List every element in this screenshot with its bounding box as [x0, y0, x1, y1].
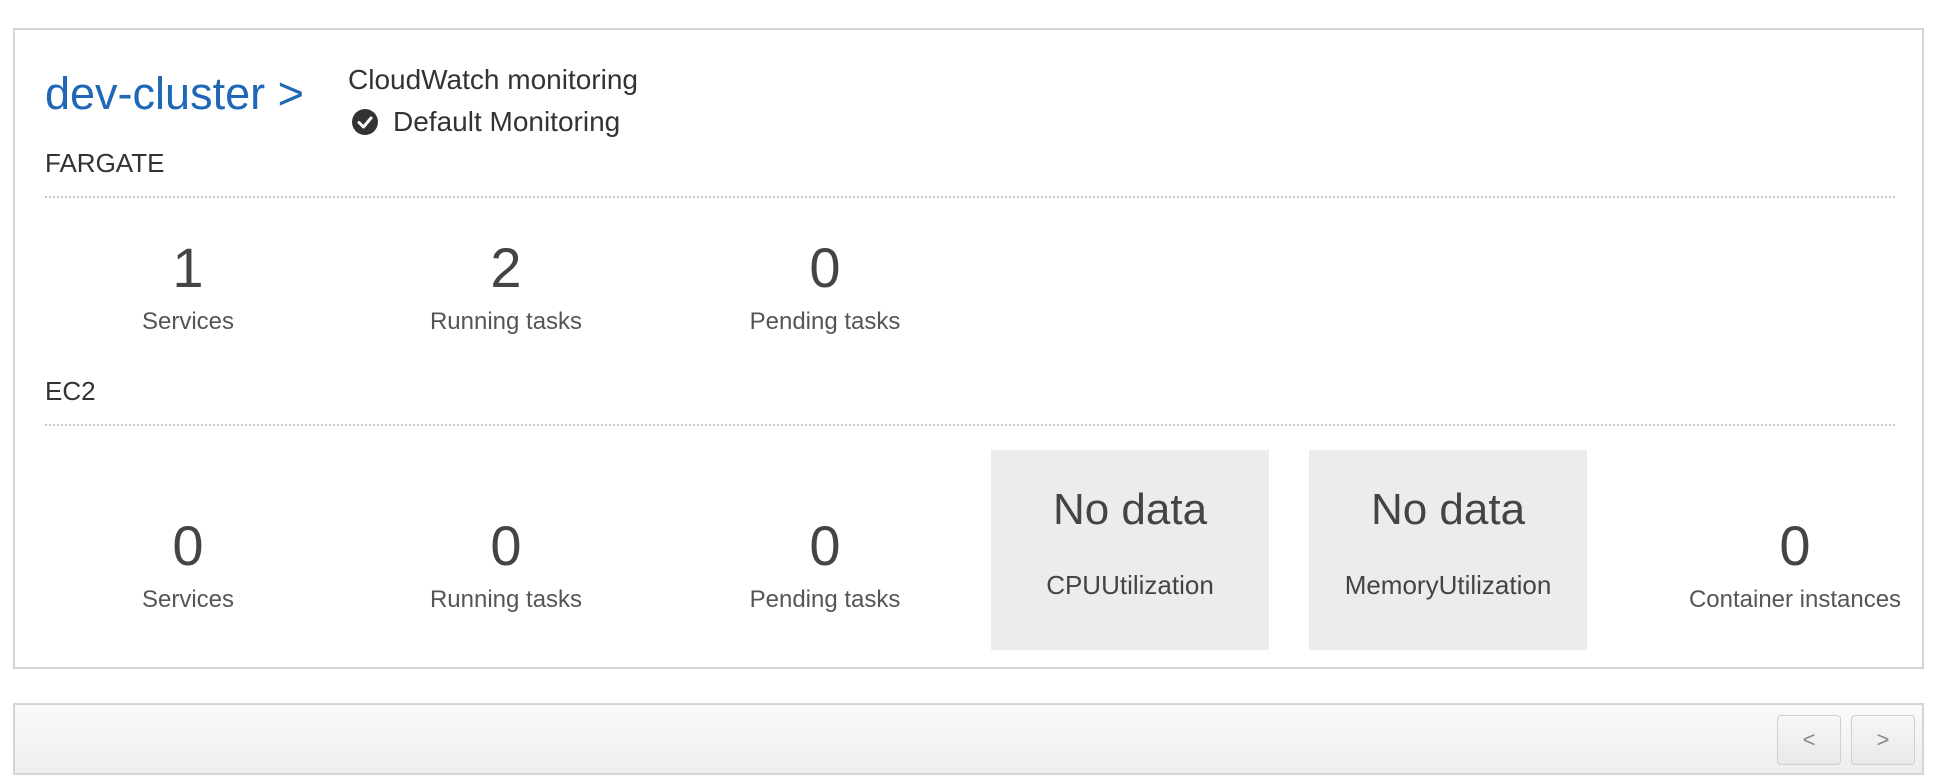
- fargate-running-tasks-metric: 2 Running tasks: [376, 240, 636, 336]
- memory-utilization-value: No data: [1370, 485, 1526, 534]
- memory-utilization-label: MemoryUtilization: [1344, 570, 1552, 600]
- cloudwatch-status-text: Default Monitoring: [393, 106, 621, 137]
- metric-value: 0: [809, 236, 841, 299]
- metric-value: 0: [809, 514, 841, 577]
- metric-label: Services: [141, 308, 235, 335]
- memory-utilization-panel: No data MemoryUtilization: [1309, 450, 1587, 650]
- metric-value: 2: [490, 236, 522, 299]
- ec2-pending-tasks-metric: 0 Pending tasks: [695, 518, 955, 614]
- metric-label: Running tasks: [429, 586, 583, 613]
- cpu-utilization-panel: No data CPUUtilization: [991, 450, 1269, 650]
- cloudwatch-status: Default Monitoring: [351, 106, 620, 138]
- metric-value: 0: [490, 514, 522, 577]
- ec2-divider: [45, 424, 1895, 426]
- fargate-divider: [45, 196, 1895, 198]
- metric-value: 0: [1779, 514, 1811, 577]
- previous-page-button[interactable]: <: [1777, 715, 1841, 765]
- metric-label: Pending tasks: [749, 586, 901, 613]
- next-page-button[interactable]: >: [1851, 715, 1915, 765]
- ec2-section-label: EC2: [45, 376, 96, 406]
- cpu-utilization-value: No data: [1052, 485, 1208, 534]
- metric-label: Running tasks: [429, 308, 583, 335]
- cluster-name-link[interactable]: dev-cluster >: [45, 68, 304, 120]
- metric-label: Container instances: [1688, 586, 1902, 613]
- metric-label: Pending tasks: [749, 308, 901, 335]
- fargate-section-label: FARGATE: [45, 148, 165, 178]
- cluster-card: dev-cluster > CloudWatch monitoring Defa…: [13, 28, 1924, 669]
- fargate-pending-tasks-metric: 0 Pending tasks: [695, 240, 955, 336]
- pagination-bar: < >: [13, 703, 1924, 775]
- ec2-services-metric: 0 Services: [58, 518, 318, 614]
- cpu-utilization-label: CPUUtilization: [1046, 570, 1214, 600]
- metric-value: 1: [172, 236, 204, 299]
- container-instances-metric: 0 Container instances: [1650, 518, 1940, 614]
- metric-label: Services: [141, 586, 235, 613]
- ec2-running-tasks-metric: 0 Running tasks: [376, 518, 636, 614]
- fargate-services-metric: 1 Services: [58, 240, 318, 336]
- check-circle-icon: [352, 109, 378, 135]
- cloudwatch-title: CloudWatch monitoring: [348, 64, 638, 95]
- metric-value: 0: [172, 514, 204, 577]
